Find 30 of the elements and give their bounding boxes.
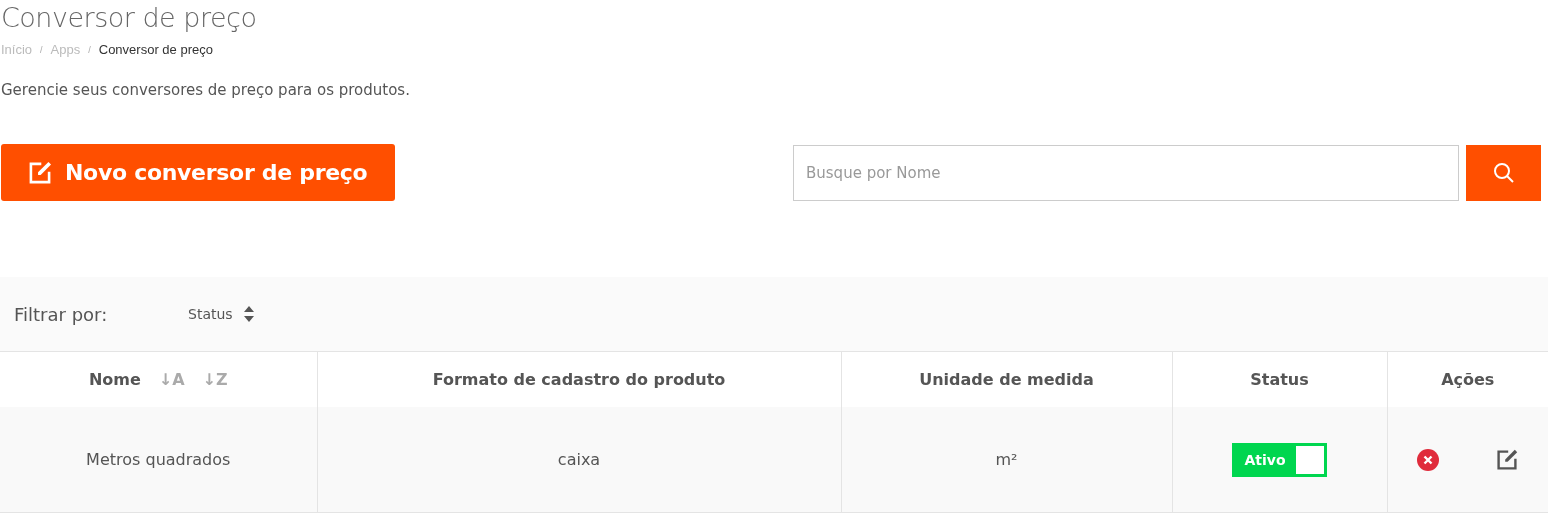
sort-link[interactable]: ↓A xyxy=(158,370,185,389)
sort-link[interactable]: ↓Z xyxy=(202,370,228,389)
breadcrumb-separator: / xyxy=(88,44,91,57)
search-icon xyxy=(1491,160,1516,185)
column-header: Ações xyxy=(1441,370,1495,389)
table-cell: Metros quadrados xyxy=(86,450,231,469)
breadcrumb-link[interactable]: Início xyxy=(1,42,33,58)
table-cell: caixa xyxy=(557,450,601,469)
delete-button[interactable] xyxy=(1416,448,1439,471)
search-button[interactable] xyxy=(1466,144,1541,201)
table-cell: m² xyxy=(995,450,1018,469)
column-header: Status xyxy=(1250,370,1309,389)
edit-icon xyxy=(27,159,53,186)
breadcrumb-current: Conversor de preço xyxy=(98,42,213,58)
filter-label: Filtrar por: xyxy=(14,303,109,325)
column-header: Formato de cadastro do produto xyxy=(432,370,726,389)
breadcrumb-separator: / xyxy=(40,44,43,57)
page-title: Conversor de preço xyxy=(1,1,258,35)
edit-icon xyxy=(1494,447,1519,472)
page-description: Gerencie seus conversores de preço para os produtos. xyxy=(1,80,411,100)
column-header: Nome xyxy=(88,370,141,389)
filter-field[interactable]: Status xyxy=(188,306,233,322)
edit-button[interactable] xyxy=(1494,447,1519,472)
new-converter-button[interactable]: Novo conversor de preço xyxy=(1,144,395,201)
search-field[interactable]: Busque por Nome xyxy=(793,144,1459,201)
close-icon xyxy=(1416,448,1439,471)
breadcrumb-link[interactable]: Apps xyxy=(50,42,81,58)
status-toggle[interactable]: Ativo xyxy=(1232,442,1327,477)
column-header: Unidade de medida xyxy=(919,370,1094,389)
sort-icon[interactable] xyxy=(242,305,255,323)
